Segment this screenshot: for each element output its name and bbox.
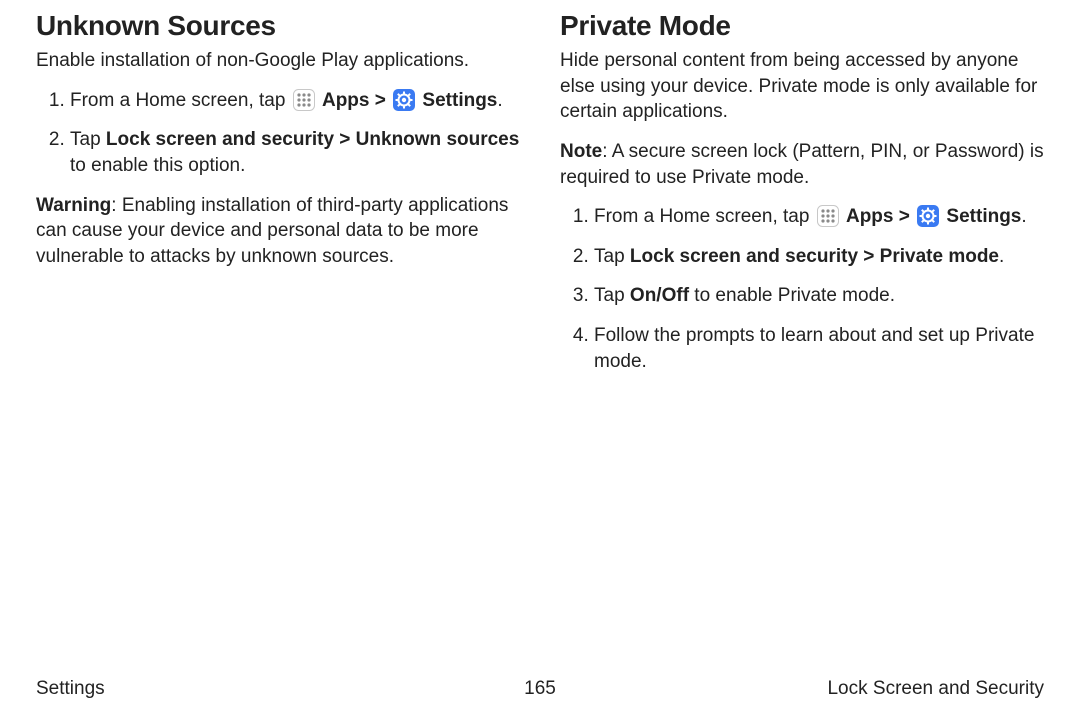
step-1: From a Home screen, tap Apps > xyxy=(70,88,520,114)
note-paragraph: Note: A secure screen lock (Pattern, PIN… xyxy=(560,139,1044,190)
note-label: Note xyxy=(560,141,602,162)
step-text: From a Home screen, tap xyxy=(594,206,815,227)
step-2: Tap Lock screen and security > Unknown s… xyxy=(70,127,520,178)
step-2: Tap Lock screen and security > Private m… xyxy=(594,244,1044,270)
settings-label: Settings xyxy=(946,206,1021,227)
left-column: Unknown Sources Enable installation of n… xyxy=(36,10,520,388)
step-suffix: . xyxy=(497,90,502,111)
step-suffix: to enable this option. xyxy=(70,155,245,176)
settings-gear-icon xyxy=(393,89,415,111)
two-column-layout: Unknown Sources Enable installation of n… xyxy=(36,10,1044,388)
bold-path: Lock screen and security > Unknown sourc… xyxy=(106,129,519,150)
step-text: From a Home screen, tap xyxy=(70,90,291,111)
note-text: : A secure screen lock (Pattern, PIN, or… xyxy=(560,141,1044,188)
apps-label: Apps xyxy=(846,206,894,227)
warning-label: Warning xyxy=(36,195,111,216)
step-3: Tap On/Off to enable Private mode. xyxy=(594,283,1044,309)
bold-onoff: On/Off xyxy=(630,285,689,306)
chevron: > xyxy=(375,90,391,111)
step-suffix: . xyxy=(999,246,1004,267)
step-text: Tap xyxy=(594,246,630,267)
step-text: Tap xyxy=(70,129,106,150)
right-column: Private Mode Hide personal content from … xyxy=(560,10,1044,388)
step-suffix: . xyxy=(1021,206,1026,227)
unknown-sources-steps: From a Home screen, tap Apps > xyxy=(36,88,520,179)
page-footer: Settings 165 Lock Screen and Security xyxy=(36,678,1044,700)
warning-paragraph: Warning: Enabling installation of third-… xyxy=(36,193,520,270)
private-mode-steps: From a Home screen, tap Apps > xyxy=(560,204,1044,374)
step-text: Tap xyxy=(594,285,630,306)
step-1: From a Home screen, tap Apps > xyxy=(594,204,1044,230)
step-text: Follow the prompts to learn about and se… xyxy=(594,325,1034,372)
step-4: Follow the prompts to learn about and se… xyxy=(594,323,1044,374)
apps-icon xyxy=(817,205,839,227)
step-suffix: to enable Private mode. xyxy=(689,285,895,306)
apps-label: Apps xyxy=(322,90,370,111)
settings-gear-icon xyxy=(917,205,939,227)
private-mode-lead: Hide personal content from being accesse… xyxy=(560,48,1044,125)
chevron: > xyxy=(899,206,915,227)
settings-label: Settings xyxy=(422,90,497,111)
bold-path: Lock screen and security > Private mode xyxy=(630,246,999,267)
apps-icon xyxy=(293,89,315,111)
section-title-unknown-sources: Unknown Sources xyxy=(36,10,520,42)
section-title-private-mode: Private Mode xyxy=(560,10,1044,42)
footer-page-number: 165 xyxy=(36,678,1044,700)
unknown-sources-lead: Enable installation of non-Google Play a… xyxy=(36,48,520,74)
manual-page: Unknown Sources Enable installation of n… xyxy=(0,0,1080,720)
